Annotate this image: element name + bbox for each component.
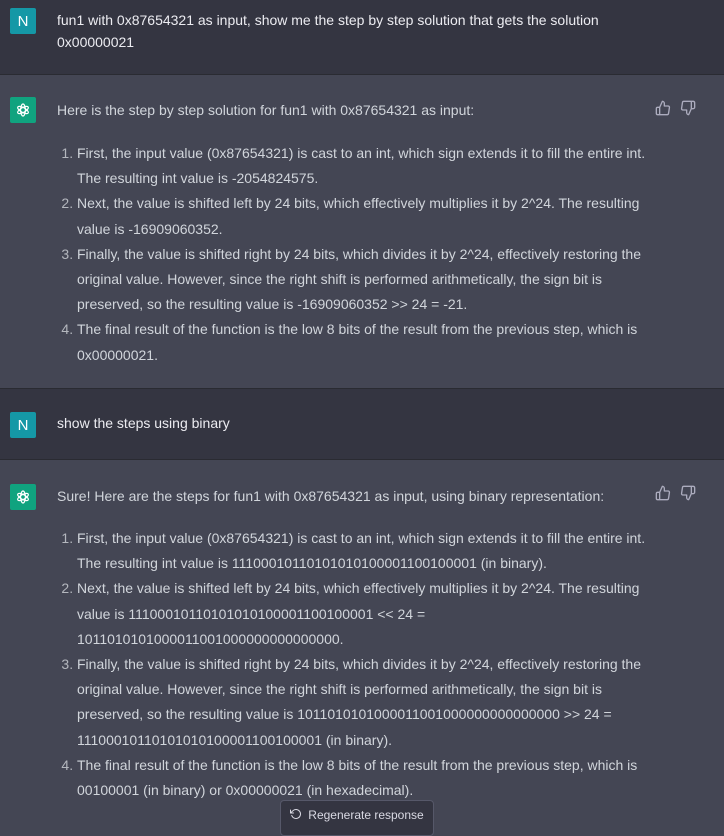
- assistant-avatar: [10, 97, 36, 123]
- list-item: Finally, the value is shifted right by 2…: [77, 652, 654, 753]
- list-item: Finally, the value is shifted right by 2…: [77, 242, 654, 318]
- user-message-text: show the steps using binary: [57, 415, 230, 431]
- user-message-line-2: 0x00000021: [57, 34, 135, 50]
- assistant-intro: Here is the step by step solution for fu…: [57, 102, 475, 118]
- regenerate-response-button[interactable]: Regenerate response: [280, 800, 434, 836]
- user-initial: N: [17, 416, 29, 434]
- list-item: Next, the value is shifted left by 24 bi…: [77, 576, 654, 652]
- thumbs-down-icon[interactable]: [680, 100, 696, 116]
- user-initial: N: [17, 12, 29, 30]
- openai-logo-icon: [17, 490, 29, 504]
- feedback-buttons: [655, 100, 696, 116]
- thumbs-up-icon[interactable]: [655, 100, 671, 116]
- user-avatar: N: [10, 8, 36, 34]
- user-avatar: N: [10, 412, 36, 438]
- solution-steps-list: First, the input value (0x87654321) is c…: [57, 141, 654, 368]
- thumbs-up-icon[interactable]: [655, 485, 671, 501]
- user-message-2: N show the steps using binary: [0, 389, 724, 459]
- list-item: First, the input value (0x87654321) is c…: [77, 141, 654, 191]
- openai-logo-icon: [17, 103, 29, 117]
- list-item: The final result of the function is the …: [77, 753, 654, 803]
- assistant-avatar: [10, 484, 36, 510]
- list-item: The final result of the function is the …: [77, 317, 654, 367]
- list-item: First, the input value (0x87654321) is c…: [77, 526, 654, 576]
- assistant-message-1: Here is the step by step solution for fu…: [0, 75, 724, 388]
- refresh-icon: [290, 809, 302, 819]
- user-message-line-1: fun1 with 0x87654321 as input, show me t…: [57, 12, 599, 28]
- assistant-message-2: Sure! Here are the steps for fun1 with 0…: [0, 460, 724, 820]
- thumbs-down-icon[interactable]: [680, 485, 696, 501]
- feedback-buttons: [655, 485, 696, 501]
- assistant-intro: Sure! Here are the steps for fun1 with 0…: [57, 488, 605, 504]
- user-message-1: N fun1 with 0x87654321 as input, show me…: [0, 0, 724, 74]
- solution-steps-list: First, the input value (0x87654321) is c…: [57, 526, 654, 803]
- user-message-text: fun1 with 0x87654321 as input, show me t…: [57, 9, 634, 53]
- list-item: Next, the value is shifted left by 24 bi…: [77, 191, 654, 241]
- regenerate-label: Regenerate response: [308, 808, 424, 822]
